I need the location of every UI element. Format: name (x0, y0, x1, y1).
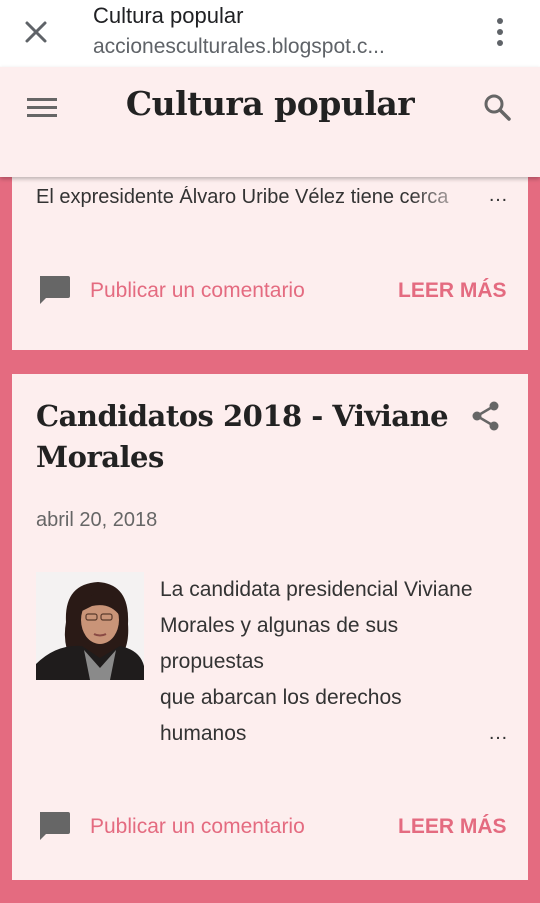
post-thumbnail[interactable] (36, 572, 144, 680)
portrait-image (36, 572, 144, 680)
excerpt-line: Morales y algunas de sus (160, 614, 399, 637)
excerpt-line: propuestas (160, 650, 264, 673)
share-icon[interactable] (470, 400, 502, 432)
search-icon[interactable] (482, 92, 512, 122)
post-title[interactable]: Candidatos 2018 - Viviane Morales (36, 396, 456, 478)
post-ellipsis: … (488, 722, 509, 744)
excerpt-line: La candidata presidencial Viviane (160, 578, 473, 601)
comment-icon[interactable] (37, 274, 71, 306)
comment-icon[interactable] (37, 810, 71, 842)
post-read-more[interactable]: LEER MÁS (398, 815, 507, 839)
close-icon[interactable] (20, 16, 52, 48)
previous-post-ellipsis: … (488, 184, 509, 206)
post-excerpt: La candidata presidencial Viviane Morale… (160, 572, 510, 752)
more-vert-icon[interactable] (490, 14, 510, 50)
browser-url[interactable]: accionesculturales.blogspot.c... (93, 35, 438, 59)
excerpt-line: humanos (160, 722, 247, 745)
site-title[interactable]: Cultura popular (0, 84, 540, 123)
excerpt-fade (410, 186, 480, 214)
excerpt-line: que abarcan los derechos (160, 686, 402, 709)
post-comment-link[interactable]: Publicar un comentario (90, 815, 305, 839)
previous-post-read-more[interactable]: LEER MÁS (398, 279, 507, 303)
browser-toolbar: Cultura popular accionesculturales.blogs… (0, 0, 540, 67)
post-date: abril 20, 2018 (36, 509, 158, 531)
previous-post-comment-link[interactable]: Publicar un comentario (90, 279, 305, 303)
browser-page-title: Cultura popular (93, 3, 244, 28)
